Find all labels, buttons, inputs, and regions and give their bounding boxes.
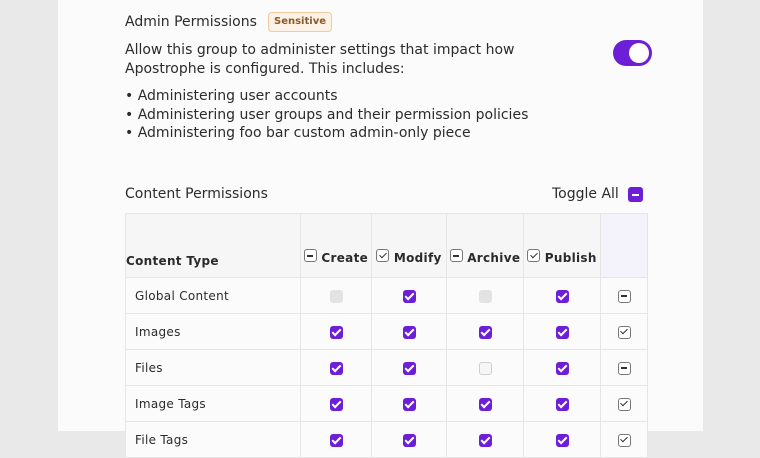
cell-row-toggle bbox=[600, 277, 648, 314]
row-toggle-checkbox[interactable] bbox=[617, 397, 631, 411]
row-content-type: Files bbox=[125, 349, 301, 386]
row-content-type: Global Content bbox=[125, 277, 301, 314]
cell-create bbox=[300, 277, 372, 314]
publish-checkbox[interactable] bbox=[555, 289, 569, 303]
cell-publish bbox=[523, 385, 601, 422]
col-modify-label: Modify bbox=[393, 251, 442, 265]
cell-archive bbox=[446, 385, 524, 422]
cell-modify bbox=[371, 385, 447, 422]
col-content-type: Content Type bbox=[125, 213, 301, 278]
modify-checkbox[interactable] bbox=[402, 325, 416, 339]
toggle-all-checkbox[interactable] bbox=[628, 187, 643, 202]
row-toggle-checkbox[interactable] bbox=[617, 361, 631, 375]
cell-modify bbox=[371, 421, 447, 458]
cell-row-toggle bbox=[600, 421, 648, 458]
cell-publish bbox=[523, 313, 601, 350]
cell-modify bbox=[371, 349, 447, 386]
col-publish: Publish bbox=[523, 213, 601, 278]
publish-checkbox[interactable] bbox=[555, 397, 569, 411]
cell-create bbox=[300, 313, 372, 350]
sensitive-badge: Sensitive bbox=[268, 12, 332, 32]
archive-checkbox[interactable] bbox=[478, 361, 492, 375]
archive-checkbox[interactable] bbox=[478, 397, 492, 411]
col-archive-label: Archive bbox=[467, 251, 521, 265]
modify-checkbox[interactable] bbox=[402, 361, 416, 375]
modify-checkbox[interactable] bbox=[402, 397, 416, 411]
modify-checkbox[interactable] bbox=[402, 433, 416, 447]
col-archive: Archive bbox=[446, 213, 524, 278]
archive-column-checkbox[interactable] bbox=[449, 249, 463, 262]
cell-create bbox=[300, 421, 372, 458]
row-content-type: Images bbox=[125, 313, 301, 350]
bullet-item: Administering foo bar custom admin-only … bbox=[125, 124, 528, 143]
table-row: Global Content bbox=[125, 277, 648, 314]
create-checkbox bbox=[329, 289, 343, 303]
create-checkbox[interactable] bbox=[329, 361, 343, 375]
cell-archive bbox=[446, 277, 524, 314]
row-content-type: File Tags bbox=[125, 421, 301, 458]
table-row: Files bbox=[125, 349, 648, 386]
toggle-knob bbox=[629, 43, 649, 63]
table-row: File Tags bbox=[125, 421, 648, 458]
admin-description: Allow this group to administer settings … bbox=[125, 42, 515, 77]
cell-publish bbox=[523, 421, 601, 458]
col-create-label: Create bbox=[321, 251, 369, 265]
publish-checkbox[interactable] bbox=[555, 325, 569, 339]
col-publish-label: Publish bbox=[544, 251, 597, 265]
archive-checkbox[interactable] bbox=[478, 433, 492, 447]
col-row-toggle bbox=[600, 213, 648, 278]
toggle-all-label[interactable]: Toggle All bbox=[552, 186, 619, 202]
modify-checkbox[interactable] bbox=[402, 289, 416, 303]
cell-publish bbox=[523, 349, 601, 386]
table-row: Images bbox=[125, 313, 648, 350]
admin-permissions-title: Admin Permissions bbox=[125, 14, 257, 30]
table-row: Image Tags bbox=[125, 385, 648, 422]
admin-bullet-list: Administering user accounts Administerin… bbox=[125, 87, 529, 143]
cell-archive bbox=[446, 349, 524, 386]
row-toggle-checkbox[interactable] bbox=[617, 433, 631, 447]
permissions-table: Content Type Create Modify Archive Publi… bbox=[125, 213, 648, 458]
cell-row-toggle bbox=[600, 385, 648, 422]
publish-column-checkbox[interactable] bbox=[527, 249, 541, 262]
cell-publish bbox=[523, 277, 601, 314]
create-checkbox[interactable] bbox=[329, 325, 343, 339]
bullet-item: Administering user accounts bbox=[125, 87, 528, 106]
cell-archive bbox=[446, 421, 524, 458]
publish-checkbox[interactable] bbox=[555, 361, 569, 375]
cell-archive bbox=[446, 313, 524, 350]
cell-modify bbox=[371, 313, 447, 350]
bullet-item: Administering user groups and their perm… bbox=[125, 106, 529, 125]
cell-create bbox=[300, 349, 372, 386]
archive-checkbox bbox=[478, 289, 492, 303]
col-modify: Modify bbox=[371, 213, 447, 278]
row-content-type: Image Tags bbox=[125, 385, 301, 422]
create-checkbox[interactable] bbox=[329, 397, 343, 411]
col-create: Create bbox=[300, 213, 372, 278]
create-checkbox[interactable] bbox=[329, 433, 343, 447]
cell-row-toggle bbox=[600, 349, 648, 386]
cell-modify bbox=[371, 277, 447, 314]
admin-permissions-toggle[interactable] bbox=[613, 40, 652, 66]
table-header-row: Content Type Create Modify Archive Publi… bbox=[125, 213, 648, 278]
cell-row-toggle bbox=[600, 313, 648, 350]
content-permissions-title: Content Permissions bbox=[125, 186, 268, 202]
cell-create bbox=[300, 385, 372, 422]
archive-checkbox[interactable] bbox=[478, 325, 492, 339]
publish-checkbox[interactable] bbox=[555, 433, 569, 447]
row-toggle-checkbox[interactable] bbox=[617, 325, 631, 339]
row-toggle-checkbox[interactable] bbox=[617, 289, 631, 303]
create-column-checkbox[interactable] bbox=[303, 249, 317, 262]
modify-column-checkbox[interactable] bbox=[376, 249, 390, 262]
